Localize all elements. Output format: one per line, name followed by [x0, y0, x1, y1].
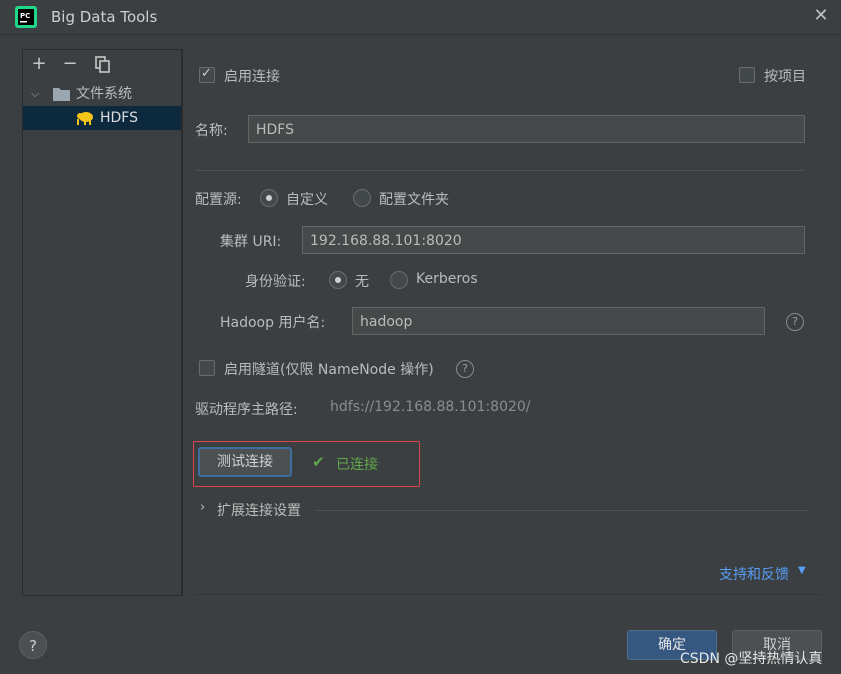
test-connection-button[interactable]: 测试连接 [198, 447, 292, 477]
chevron-right-icon[interactable]: › [200, 500, 205, 515]
window-title: Big Data Tools [51, 8, 158, 26]
close-icon[interactable]: ✕ [811, 6, 831, 26]
cluster-uri-input[interactable]: 192.168.88.101:8020 [302, 226, 805, 254]
success-check-icon: ✔ [312, 453, 325, 471]
enable-connection-label: 启用连接 [224, 69, 280, 85]
tree-folder-label: 文件系统 [76, 86, 132, 102]
hadoop-user-input[interactable]: hadoop [352, 307, 765, 335]
help-icon[interactable]: ? [786, 313, 804, 331]
per-project-checkbox[interactable] [739, 67, 755, 83]
radio-selected-dot [266, 195, 272, 201]
folder-icon [53, 88, 70, 101]
driver-path-value: hdfs://192.168.88.101:8020/ [330, 399, 531, 415]
config-source-label: 配置源: [195, 192, 242, 208]
triangle-down-icon[interactable]: ▼ [798, 565, 806, 576]
enable-tunnel-checkbox[interactable] [199, 360, 215, 376]
driver-path-label: 驱动程序主路径: [195, 402, 298, 418]
add-icon[interactable]: + [30, 55, 48, 73]
radio-selected-dot [335, 277, 341, 283]
extended-settings-toggle[interactable]: 扩展连接设置 [217, 500, 301, 520]
config-source-folder-radio[interactable] [353, 189, 371, 207]
hadoop-user-label: Hadoop 用户名: [220, 315, 326, 331]
auth-kerberos-label: Kerberos [416, 271, 478, 287]
name-input[interactable]: HDFS [248, 115, 805, 143]
auth-label: 身份验证: [245, 274, 306, 290]
connections-panel [22, 49, 183, 596]
remove-icon[interactable]: − [61, 55, 79, 73]
enable-connection-checkbox[interactable]: ✓ [199, 66, 215, 83]
hadoop-elephant-icon [77, 112, 93, 125]
copy-icon[interactable] [95, 56, 111, 73]
tree-item-hdfs[interactable]: HDFS [23, 106, 181, 130]
section-separator [195, 170, 805, 171]
pycharm-app-icon: PC [15, 6, 37, 28]
name-label: 名称: [195, 123, 228, 139]
panel-divider [181, 49, 182, 594]
auth-none-radio[interactable] [329, 271, 347, 289]
per-project-label: 按项目 [764, 69, 806, 85]
tree-item-file-systems[interactable]: ⌵ 文件系统 [23, 82, 181, 106]
tree-hdfs-label: HDFS [100, 110, 139, 126]
config-source-custom-label: 自定义 [286, 192, 328, 208]
extended-separator [316, 510, 808, 511]
help-button[interactable]: ? [19, 631, 47, 659]
svg-text:PC: PC [20, 12, 30, 20]
support-feedback-link[interactable]: 支持和反馈 [719, 564, 789, 584]
connection-status: 已连接 [336, 457, 378, 473]
config-source-folder-label: 配置文件夹 [379, 192, 449, 208]
chevron-down-icon[interactable]: ⌵ [31, 82, 39, 106]
enable-tunnel-label: 启用隧道(仅限 NameNode 操作) [224, 362, 434, 378]
check-icon: ✓ [201, 66, 212, 81]
watermark-text: CSDN @坚持热情认真 [680, 651, 823, 667]
help-icon[interactable]: ? [456, 360, 474, 378]
config-source-custom-radio[interactable] [260, 189, 278, 207]
auth-kerberos-radio[interactable] [390, 271, 408, 289]
cluster-uri-label: 集群 URI: [220, 234, 282, 250]
footer-separator [195, 594, 820, 595]
auth-none-label: 无 [355, 274, 369, 290]
